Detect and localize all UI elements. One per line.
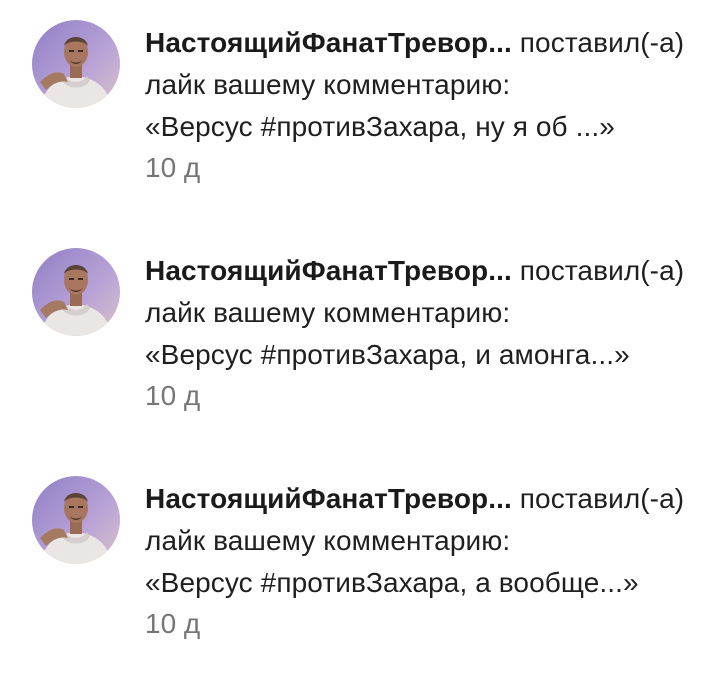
notification-item[interactable]: НастоящийФанатТревор... поставил(-а) лай… [0,476,720,676]
notification-content: НастоящийФанатТревор... поставил(-а) лай… [145,478,695,642]
user-avatar[interactable] [32,248,120,336]
timestamp: 10 д [145,152,201,183]
notification-content: НастоящийФанатТревор... поставил(-а) лай… [145,250,695,414]
author-name[interactable]: НастоящийФанатТревор... [145,483,512,514]
notification-content: НастоящийФанатТревор... поставил(-а) лай… [145,22,695,186]
notification-item[interactable]: НастоящийФанатТревор... поставил(-а) лай… [0,248,720,448]
notifications-feed: НастоящийФанатТревор... поставил(-а) лай… [0,0,720,653]
timestamp: 10 д [145,608,201,639]
notification-text: НастоящийФанатТревор... поставил(-а) лай… [145,478,695,604]
trevor-avatar-icon [32,20,120,108]
notification-item[interactable]: НастоящийФанатТревор... поставил(-а) лай… [0,20,720,220]
author-name[interactable]: НастоящийФанатТревор... [145,27,512,58]
notification-text: НастоящийФанатТревор... поставил(-а) лай… [145,250,695,376]
user-avatar[interactable] [32,20,120,108]
comment-snippet[interactable]: «Версус #противЗахара, и амонга...» [145,339,630,370]
notification-text: НастоящийФанатТревор... поставил(-а) лай… [145,22,695,148]
trevor-avatar-icon [32,248,120,336]
comment-snippet[interactable]: «Версус #противЗахара, ну я об ...» [145,111,615,142]
trevor-avatar-icon [32,476,120,564]
user-avatar[interactable] [32,476,120,564]
comment-snippet[interactable]: «Версус #противЗахара, а вообще...» [145,567,639,598]
timestamp: 10 д [145,380,201,411]
author-name[interactable]: НастоящийФанатТревор... [145,255,512,286]
